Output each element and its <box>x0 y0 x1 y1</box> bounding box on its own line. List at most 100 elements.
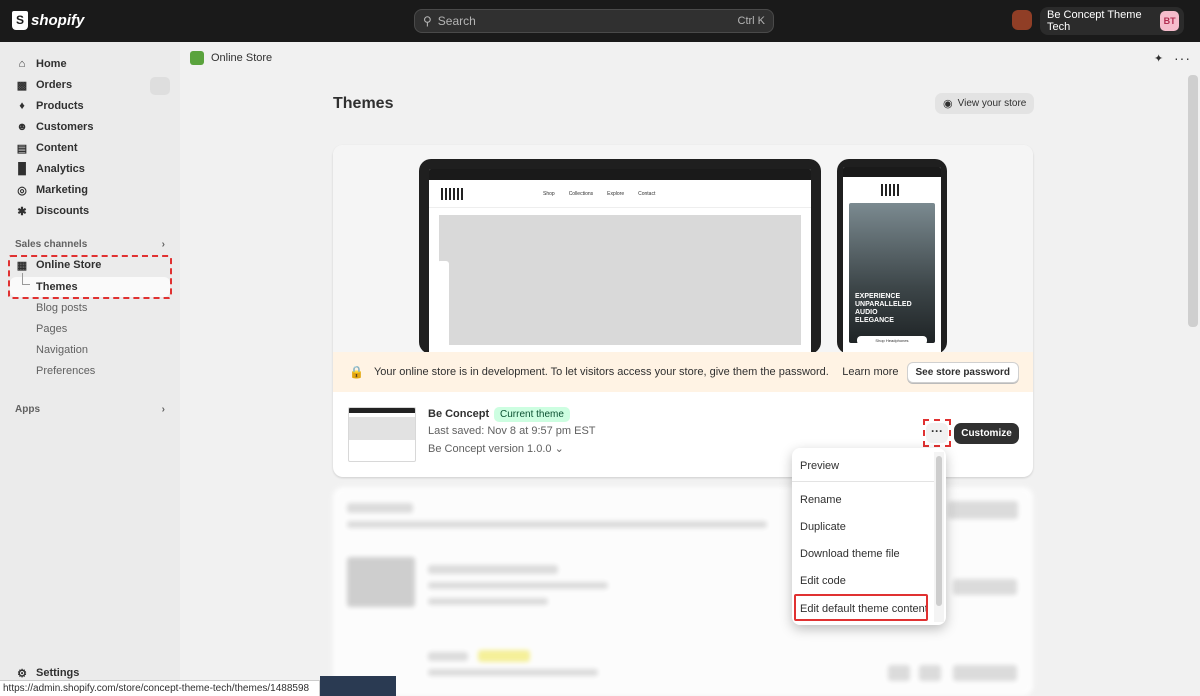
theme-thumbnail <box>348 407 416 462</box>
sidebar-item-customers[interactable]: ☻ Customers <box>8 117 170 137</box>
chevron-down-icon: ⌄ <box>554 443 564 455</box>
menu-scrollbar[interactable] <box>934 452 944 622</box>
brand-logo-icon <box>441 187 463 200</box>
page-scrollbar[interactable] <box>1188 75 1198 327</box>
development-banner: 🔒 Your online store is in development. T… <box>333 352 1033 392</box>
theme-actions-menu: Preview Rename Duplicate Download theme … <box>792 448 946 625</box>
taskbar-fragment <box>320 676 396 696</box>
notification-icon[interactable] <box>1012 10 1032 30</box>
current-theme-card: Shop Collections Explore Contact EXPERIE… <box>333 145 1033 477</box>
desktop-nav: Shop Collections Explore Contact <box>429 180 811 208</box>
sidebar-item-label: Settings <box>36 667 80 679</box>
account-menu-button[interactable]: Be Concept Theme Tech BT <box>1040 7 1184 35</box>
customize-button[interactable]: Customize <box>954 423 1019 444</box>
menu-scroll-thumb[interactable] <box>936 456 942 606</box>
blurred-button <box>948 501 1018 519</box>
view-store-label: View your store <box>957 98 1027 109</box>
blurred-text <box>428 582 608 589</box>
brand-logo-icon <box>881 184 901 196</box>
menu-item-duplicate[interactable]: Duplicate <box>800 521 930 533</box>
top-bar: shopify ⚲ Search Ctrl K Be Concept Theme… <box>0 0 1200 42</box>
sidebar-item-blog-posts[interactable]: Blog posts <box>36 302 87 314</box>
menu-item: Explore <box>607 190 625 197</box>
desktop-preview: Shop Collections Explore Contact <box>419 159 821 354</box>
sidebar-item-label: Customers <box>36 121 94 133</box>
apps-heading[interactable]: Apps › <box>15 404 165 415</box>
theme-version-label: Be Concept version 1.0.0 <box>428 443 552 455</box>
mobile-shop-button: Shop Headphones <box>857 336 927 345</box>
search-shortcut: Ctrl K <box>737 15 766 27</box>
sidebar-item-products[interactable]: ♦ Products <box>8 96 170 116</box>
more-actions-icon[interactable]: ··· <box>1174 50 1191 66</box>
announcement-bar <box>429 169 811 180</box>
desktop-screen: Shop Collections Explore Contact <box>429 169 811 354</box>
sidebar-item-preferences[interactable]: Preferences <box>36 365 95 377</box>
sidebar-item-content[interactable]: ▤ Content <box>8 138 170 158</box>
sales-channels-label: Sales channels <box>15 239 88 250</box>
sales-channels-heading[interactable]: Sales channels › <box>15 239 165 250</box>
search-input[interactable]: ⚲ Search Ctrl K <box>414 9 774 33</box>
shopify-logo[interactable]: shopify <box>12 11 84 30</box>
blurred-button <box>953 579 1017 595</box>
mobile-headline: EXPERIENCE UNPARALLELED AUDIO ELEGANCE <box>855 293 912 325</box>
blurred-thumbnail <box>347 557 415 607</box>
document-icon: ▤ <box>16 142 28 155</box>
theme-preview[interactable]: Shop Collections Explore Contact EXPERIE… <box>333 145 1033 354</box>
headline-line: UNPARALLELED <box>855 301 912 308</box>
mobile-preview: EXPERIENCE UNPARALLELED AUDIO ELEGANCE S… <box>837 159 947 354</box>
blurred-text <box>428 652 468 661</box>
announcement-bar <box>843 167 941 177</box>
sidebar-item-label: Home <box>36 58 67 70</box>
menu-item-edit-code[interactable]: Edit code <box>800 575 930 587</box>
chevron-right-icon: › <box>161 239 165 250</box>
sidebar-item-orders[interactable]: ▩ Orders <box>8 75 170 95</box>
apps-label: Apps <box>15 404 40 415</box>
menu-item-rename[interactable]: Rename <box>800 494 930 506</box>
sidebar-item-label: Marketing <box>36 184 88 196</box>
status-badge: Current theme <box>494 407 570 422</box>
theme-version-dropdown[interactable]: Be Concept version 1.0.0 ⌄ <box>428 442 564 455</box>
sidebar-item-label: Discounts <box>36 205 90 217</box>
blurred-text <box>428 669 598 676</box>
hero-image <box>439 215 801 345</box>
target-icon: ◎ <box>17 184 27 197</box>
sidebar-item-navigation[interactable]: Navigation <box>36 344 88 356</box>
menu-divider <box>792 481 934 482</box>
menu-item: Collections <box>568 190 594 197</box>
sidebar-item-analytics[interactable]: █ Analytics <box>8 159 170 179</box>
avatar: BT <box>1160 11 1179 31</box>
menu-item-download-theme-file[interactable]: Download theme file <box>800 548 930 560</box>
mobile-screen: EXPERIENCE UNPARALLELED AUDIO ELEGANCE S… <box>843 167 941 354</box>
headline-line: EXPERIENCE <box>855 293 901 300</box>
menu-item: Shop <box>543 190 555 197</box>
sidebar-item-label: Orders <box>36 79 73 91</box>
home-icon: ⌂ <box>18 58 26 70</box>
chevron-right-icon: › <box>161 404 165 415</box>
tag-icon: ♦ <box>19 100 25 112</box>
main-content: Online Store ✦ ··· Themes ◉ View your st… <box>180 42 1200 696</box>
view-store-button[interactable]: ◉ View your store <box>935 93 1035 114</box>
blurred-button <box>888 665 910 681</box>
sidebar-item-home[interactable]: ⌂ Home <box>8 54 170 74</box>
sidebar-item-pages[interactable]: Pages <box>36 323 67 335</box>
blurred-text <box>347 521 767 528</box>
logo-text: shopify <box>31 12 85 29</box>
status-url: https://admin.shopify.com/store/concept-… <box>0 680 320 696</box>
sidebar-item-discounts[interactable]: ✱ Discounts <box>8 201 170 221</box>
discount-icon: ✱ <box>17 205 27 218</box>
actions-button-highlight <box>923 419 951 447</box>
sidebar-item-label: Content <box>36 142 78 154</box>
lock-icon: 🔒 <box>349 365 364 379</box>
edit-default-content-highlight <box>794 594 928 621</box>
sidebar-item-label: Analytics <box>36 163 85 175</box>
last-saved-text: Last saved: Nov 8 at 9:57 pm EST <box>428 425 596 437</box>
learn-more-link[interactable]: Learn more <box>842 366 898 378</box>
see-store-password-button[interactable]: See store password <box>906 361 1019 383</box>
pin-icon[interactable]: ✦ <box>1154 52 1163 65</box>
sidebar-item-marketing[interactable]: ◎ Marketing <box>8 180 170 200</box>
desktop-menu: Shop Collections Explore Contact <box>543 191 655 197</box>
search-icon: ⚲ <box>423 14 432 28</box>
headline-line: ELEGANCE <box>855 317 894 324</box>
breadcrumb[interactable]: Online Store <box>190 51 272 65</box>
menu-item-preview[interactable]: Preview <box>800 460 930 472</box>
